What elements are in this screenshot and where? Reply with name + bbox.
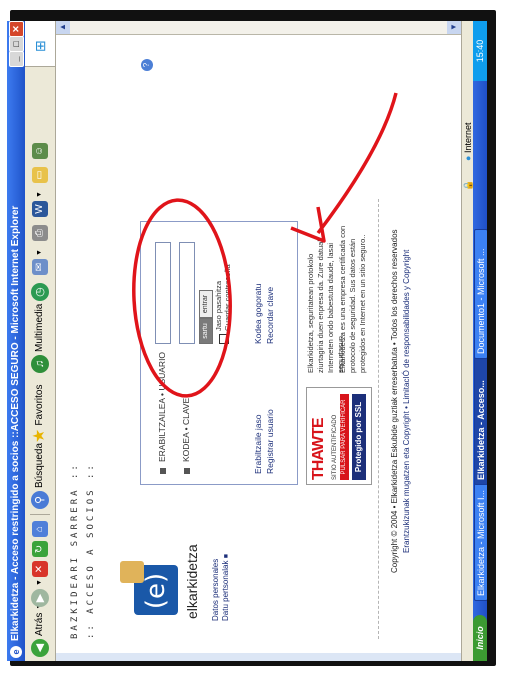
- favorites-button[interactable]: ★ Favoritos: [31, 385, 49, 443]
- task-documento1[interactable]: Documento1 - Microsoft ...: [474, 229, 487, 359]
- scroll-down-icon[interactable]: ▼: [447, 21, 461, 34]
- ie-icon: e: [10, 646, 22, 658]
- print-icon: ⎙: [32, 225, 48, 241]
- home-button[interactable]: ⌂: [31, 521, 49, 537]
- annotation-arrow-line: [316, 92, 398, 235]
- stop-button[interactable]: ✕: [31, 561, 49, 577]
- globe-icon: ●: [463, 155, 473, 161]
- window-title: Elkarkidetza - Acceso restringido a soci…: [10, 205, 21, 641]
- toolbar-separator: [30, 514, 50, 515]
- history-button[interactable]: ◷: [31, 283, 49, 301]
- annotation-arrowhead: [290, 206, 326, 243]
- favorites-label: Favoritos: [34, 384, 45, 426]
- forward-arrow-icon: ▶: [31, 589, 49, 607]
- dropdown-icon: ▼: [36, 249, 43, 256]
- back-label: Atrás: [34, 612, 45, 636]
- minimize-button[interactable]: _: [9, 51, 24, 67]
- mail-icon: ✉: [32, 259, 48, 275]
- search-label: Búsqueda: [34, 442, 45, 488]
- taskbar: Inicio Elkarkidetza - Microsoft I... Elk…: [473, 21, 487, 661]
- folder-icon: ▭: [32, 167, 48, 183]
- browser-toolbar: ◀ Atrás ▼ ▶ ▼ ✕ ↻ ⌂ ⚲ Búsqueda ★ Favorit…: [25, 21, 56, 661]
- forward-button[interactable]: ▶ ▼: [31, 579, 49, 607]
- windows-logo: ⊞: [25, 21, 55, 67]
- search-icon: ⚲: [31, 491, 49, 509]
- edit-button[interactable]: W ▼: [31, 191, 49, 217]
- start-button[interactable]: Inicio: [473, 615, 487, 661]
- task-elkarkidetza-acceso[interactable]: Elkarkidetza - Acceso...: [474, 355, 487, 485]
- scroll-up-icon[interactable]: ▲: [56, 21, 70, 34]
- back-button[interactable]: ◀ Atrás ▼: [31, 603, 49, 657]
- star-icon: ★: [31, 428, 48, 443]
- multimedia-icon: ♫: [31, 355, 49, 373]
- maximize-button[interactable]: □: [9, 36, 24, 52]
- screen: e Elkarkidetza - Acceso restringido a so…: [7, 21, 487, 661]
- mail-button[interactable]: ✉ ▼: [31, 249, 49, 275]
- vertical-scrollbar[interactable]: ▲ ▼: [56, 21, 461, 35]
- left-frame-edge: [56, 652, 461, 661]
- clock: 15:40: [475, 39, 485, 63]
- history-icon: ◷: [31, 283, 49, 301]
- messenger-icon: ☺: [32, 143, 48, 159]
- dropdown-icon: ▼: [36, 579, 43, 586]
- red-annotation: [132, 92, 398, 398]
- page-content: BAZKIDEARI SARRERA :: :: ACCESO A SOCIOS…: [56, 35, 461, 653]
- annotation-circle: [132, 198, 232, 398]
- refresh-icon: ↻: [32, 541, 48, 557]
- multimedia-button[interactable]: ♫ Multimedia: [31, 304, 49, 373]
- word-icon: W: [32, 201, 48, 217]
- print-button[interactable]: ⎙: [31, 225, 49, 241]
- stop-icon: ✕: [32, 561, 48, 577]
- home-icon: ⌂: [32, 521, 48, 537]
- dropdown-icon: ▼: [36, 191, 43, 198]
- multimedia-label: Multimedia: [34, 303, 45, 352]
- discuss-button[interactable]: ▭: [31, 167, 49, 183]
- system-tray: 15:40: [473, 21, 487, 81]
- close-button[interactable]: ✕: [9, 21, 24, 37]
- title-bar: e Elkarkidetza - Acceso restringido a so…: [7, 21, 25, 661]
- messenger-button[interactable]: ☺: [31, 143, 49, 159]
- refresh-button[interactable]: ↻: [31, 541, 49, 557]
- task-elkarkidetza-1[interactable]: Elkarkidetza - Microsoft I...: [474, 481, 487, 601]
- search-button[interactable]: ⚲ Búsqueda: [31, 443, 49, 509]
- back-arrow-icon: ◀: [31, 639, 49, 657]
- windows-flag-icon: ⊞: [32, 40, 48, 52]
